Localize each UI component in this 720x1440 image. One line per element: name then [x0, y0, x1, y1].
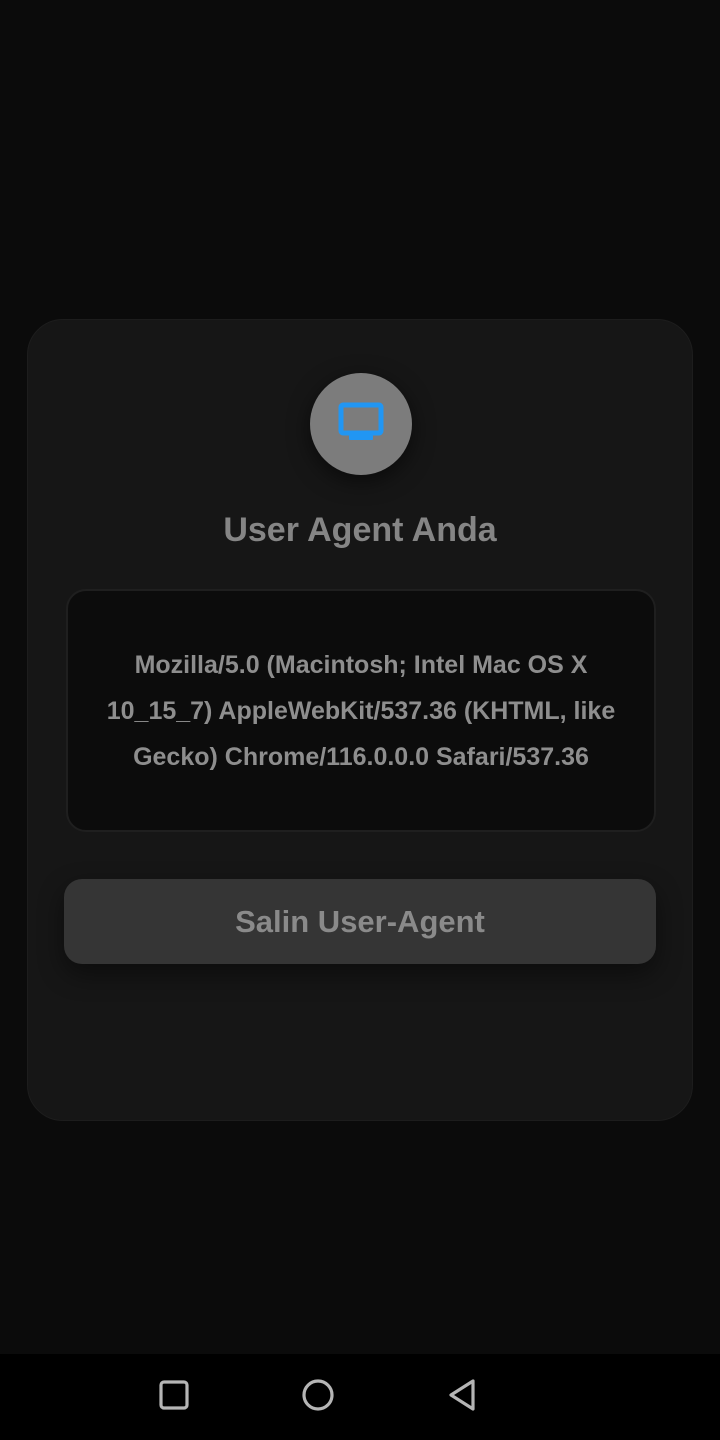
icon-avatar	[310, 373, 412, 475]
monitor-icon	[338, 402, 384, 447]
back-button[interactable]	[440, 1375, 484, 1419]
screen: User Agent Anda Mozilla/5.0 (Macintosh; …	[0, 0, 720, 1440]
triangle-back-icon	[446, 1378, 478, 1417]
recents-button[interactable]	[152, 1375, 196, 1419]
user-agent-box: Mozilla/5.0 (Macintosh; Intel Mac OS X 1…	[66, 589, 656, 832]
user-agent-card: User Agent Anda Mozilla/5.0 (Macintosh; …	[27, 319, 693, 1121]
user-agent-text: Mozilla/5.0 (Macintosh; Intel Mac OS X 1…	[106, 650, 616, 771]
system-navigation-bar	[0, 1354, 720, 1440]
square-recents-icon	[158, 1379, 190, 1416]
page-title: User Agent Anda	[223, 511, 497, 549]
home-button[interactable]	[296, 1375, 340, 1419]
copy-user-agent-button[interactable]: Salin User-Agent	[64, 879, 656, 964]
circle-home-icon	[301, 1378, 335, 1417]
